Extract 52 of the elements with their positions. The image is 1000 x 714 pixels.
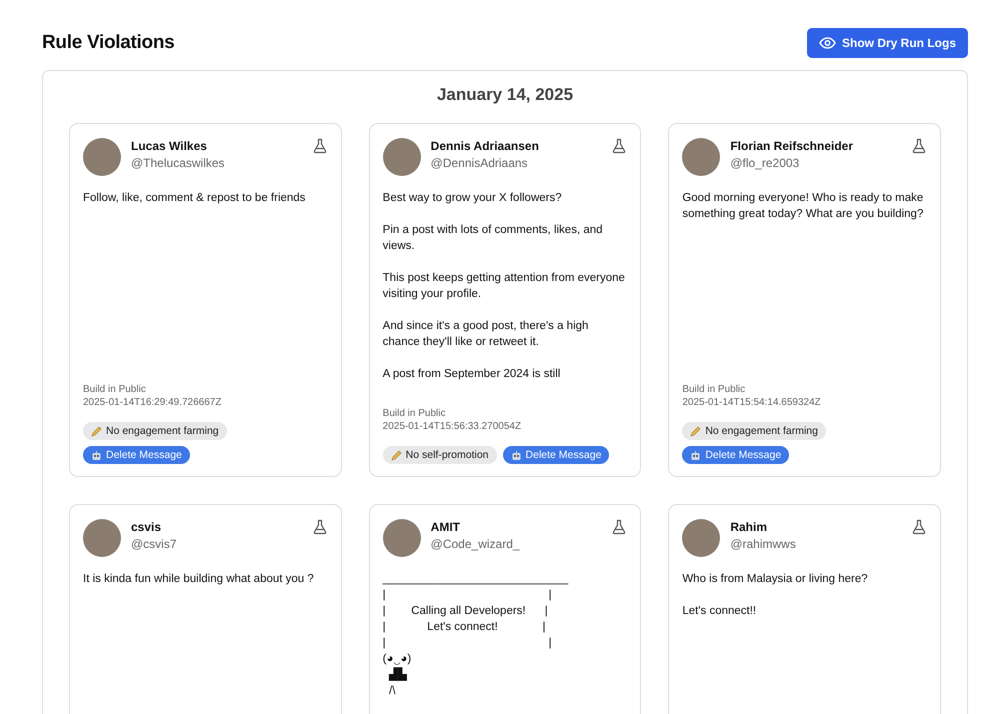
flask-icon[interactable] (611, 519, 628, 535)
show-dry-run-logs-button[interactable]: Show Dry Run Logs (807, 28, 968, 58)
pencil-icon (390, 450, 402, 460)
avatar (83, 519, 121, 557)
date-heading: January 14, 2025 (436, 85, 574, 105)
author-name: csvis (131, 520, 162, 534)
robot-icon (510, 450, 522, 460)
page-title: Rule Violations (42, 32, 174, 54)
timestamp: 2025-01-14T15:54:14.659324Z (682, 397, 822, 408)
robot-icon (690, 450, 702, 460)
post-text: _____________________________ | | | Calling all Developers! | | Let's connect! | | | (◕‿◕) ▟▙ /\ (382, 572, 570, 699)
author-handle: @csvis7 (131, 537, 178, 551)
author-name: Lucas Wilkes (131, 139, 208, 153)
author-handle: @DennisAdriaans (430, 156, 529, 170)
avatar (682, 138, 720, 176)
author-handle: @Thelucaswilkes (131, 156, 226, 170)
avatar (382, 519, 421, 557)
rule-tag: No engagement farming (682, 422, 826, 440)
avatar (682, 519, 720, 557)
post-text: Who is from Malaysia or living here? Let's connect!! (682, 572, 869, 619)
post-text: It is kinda fun while building what about you ? (83, 572, 315, 587)
delete-message-button[interactable]: Delete Message (502, 446, 610, 464)
robot-icon (91, 450, 102, 460)
author-name: Florian Reifschneider (730, 139, 854, 153)
post-text: Best way to grow your X followers? Pin a post with lots of comments, likes, and views. This post keeps getting attention from everyone visiting your profile. And since it's a good post, there's a high chance they'll like or retweet it. A post from September 2024 is still (382, 191, 626, 382)
timestamp: 2025-01-14T15:56:33.270054Z (382, 421, 522, 432)
flask-icon[interactable] (910, 519, 927, 535)
community-label: Build in Public (83, 384, 147, 395)
avatar (382, 138, 421, 176)
flask-icon[interactable] (312, 519, 328, 535)
author-name: Rahim (730, 520, 768, 534)
delete-message-button[interactable]: Delete Message (83, 446, 190, 464)
community-label: Build in Public (382, 408, 446, 419)
eye-icon (819, 37, 836, 49)
delete-message-button[interactable]: Delete Message (682, 446, 790, 464)
community-label: Build in Public (682, 384, 746, 395)
avatar (83, 138, 121, 176)
post-text: Follow, like, comment & repost to be friends (83, 191, 306, 206)
flask-icon[interactable] (611, 138, 628, 154)
rule-tag: No engagement farming (83, 422, 227, 440)
author-name: Dennis Adriaansen (430, 139, 540, 153)
author-name: AMIT (430, 520, 461, 534)
rule-tag: No self-promotion (382, 446, 497, 464)
flask-icon[interactable] (910, 138, 927, 154)
pencil-icon (91, 426, 102, 436)
flask-icon[interactable] (312, 138, 328, 154)
author-handle: @rahimwws (730, 537, 797, 551)
author-handle: @Code_wizard_ (430, 537, 521, 551)
post-text: Good morning everyone! Who is ready to make something great today? What are you building? (682, 191, 924, 222)
pencil-icon (690, 426, 702, 436)
timestamp: 2025-01-14T16:29:49.726667Z (83, 397, 222, 408)
author-handle: @flo_re2003 (730, 156, 800, 170)
